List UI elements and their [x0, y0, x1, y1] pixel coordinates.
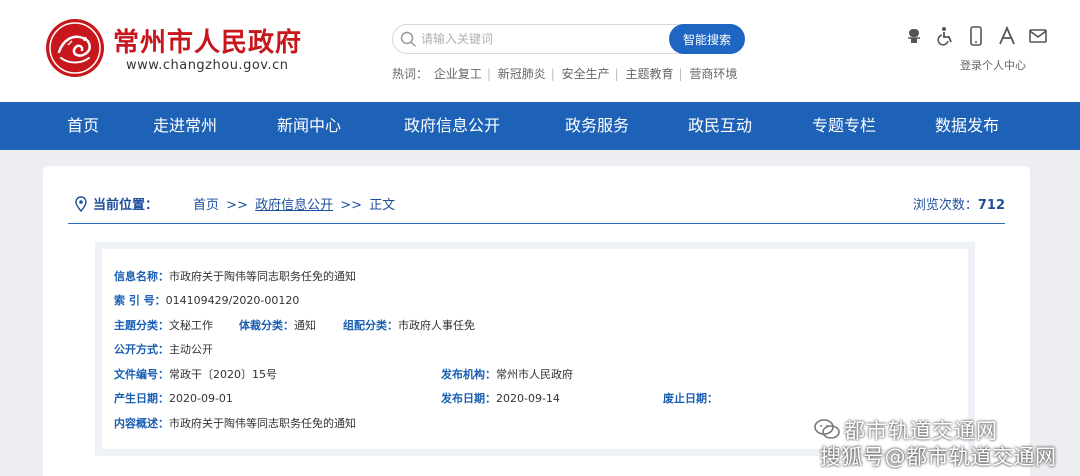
- tool-icons: [904, 26, 1054, 46]
- location-pin-icon: [75, 196, 87, 212]
- breadcrumb-current: 正文: [369, 198, 396, 213]
- hot-word-link[interactable]: 安全生产: [562, 67, 610, 81]
- smart-search-button[interactable]: 智能搜索: [669, 24, 745, 54]
- info-value: 2020-09-14: [496, 392, 560, 405]
- info-row-doc-number: 文件编号：常政干〔2020〕15号 发布机构：常州市人民政府: [114, 367, 814, 383]
- breadcrumb: 首页 >> 政府信息公开 >> 正文: [193, 194, 395, 213]
- info-key: 信息名称：: [114, 270, 169, 283]
- search-icon: [400, 31, 416, 47]
- nav-item-about-changzhou[interactable]: 走进常州: [153, 102, 217, 150]
- accessibility-elder-icon[interactable]: [904, 26, 924, 46]
- info-row-name: 信息名称：市政府关于陶伟等同志职务任免的通知: [114, 269, 356, 285]
- search-input[interactable]: [421, 29, 661, 49]
- info-key: 内容概述：: [114, 417, 169, 430]
- login-personal-center-link[interactable]: 登录个人中心: [960, 57, 1026, 73]
- info-value: 通知: [294, 319, 316, 332]
- breadcrumb-separator: >>: [226, 198, 248, 213]
- info-row-index: 索 引 号：014109429/2020-00120: [114, 293, 299, 309]
- breadcrumb-home[interactable]: 首页: [193, 198, 219, 213]
- nav-item-home[interactable]: 首页: [67, 102, 99, 150]
- info-value: 常政干〔2020〕15号: [169, 368, 277, 381]
- info-row-classification: 主题分类：文秘工作 体裁分类：通知 组配分类：市政府人事任免: [114, 318, 714, 334]
- nav-item-services[interactable]: 政务服务: [565, 102, 629, 150]
- info-value: 常州市人民政府: [496, 368, 573, 381]
- main-nav: 首页 走进常州 新闻中心 政府信息公开 政务服务 政民互动 专题专栏 数据发布: [0, 102, 1080, 150]
- mail-icon[interactable]: [1028, 26, 1048, 46]
- nav-item-interaction[interactable]: 政民互动: [688, 102, 752, 150]
- info-value: 文秘工作: [169, 319, 213, 332]
- hot-word-link[interactable]: 企业复工: [434, 67, 482, 81]
- mobile-icon[interactable]: [966, 26, 986, 46]
- info-value: 市政府关于陶伟等同志职务任免的通知: [169, 270, 356, 283]
- info-key: 产生日期：: [114, 392, 169, 405]
- view-count-label: 浏览次数：: [912, 198, 978, 213]
- nav-item-news[interactable]: 新闻中心: [277, 102, 341, 150]
- info-key: 体裁分类：: [239, 319, 294, 332]
- site-url[interactable]: www.changzhou.gov.cn: [126, 58, 288, 73]
- hot-words-label: 热词：: [392, 67, 429, 81]
- info-key: 废止日期：: [663, 392, 718, 405]
- watermark-line-2: 搜狐号@都市轨道交通网: [820, 445, 1057, 469]
- city-seal-logo-icon[interactable]: [45, 18, 105, 78]
- site-header: 常州市人民政府 www.changzhou.gov.cn 智能搜索 热词： 企业…: [0, 0, 1080, 102]
- search-box: 智能搜索: [392, 24, 745, 54]
- info-value: 市政府人事任免: [398, 319, 475, 332]
- location-bar: 当前位置： 首页 >> 政府信息公开 >> 正文 浏览次数：712: [75, 194, 1005, 214]
- info-key: 公开方式：: [114, 343, 169, 356]
- info-key: 文件编号：: [114, 368, 169, 381]
- site-name[interactable]: 常州市人民政府: [113, 22, 302, 59]
- font-size-icon[interactable]: [997, 26, 1017, 46]
- wheelchair-icon[interactable]: [935, 26, 955, 46]
- location-divider: [68, 223, 1005, 224]
- breadcrumb-gov-info[interactable]: 政府信息公开: [255, 198, 333, 213]
- view-count: 浏览次数：712: [913, 194, 1005, 213]
- info-row-summary: 内容概述：市政府关于陶伟等同志职务任免的通知: [114, 416, 356, 432]
- info-row-open-method: 公开方式：主动公开: [114, 342, 213, 358]
- location-label: 当前位置：: [93, 198, 159, 213]
- info-value: 市政府关于陶伟等同志职务任免的通知: [169, 417, 356, 430]
- hot-word-divider: |: [678, 67, 683, 81]
- info-key: 发布机构：: [441, 368, 496, 381]
- info-key: 主题分类：: [114, 319, 169, 332]
- breadcrumb-separator: >>: [340, 198, 363, 213]
- info-value: 2020-09-01: [169, 392, 233, 405]
- info-key: 索 引 号：: [114, 294, 166, 307]
- hot-word-divider: |: [550, 67, 555, 81]
- nav-item-topics[interactable]: 专题专栏: [812, 102, 876, 150]
- hot-word-link[interactable]: 新冠肺炎: [498, 67, 546, 81]
- hot-words: 热词： 企业复工 | 新冠肺炎 | 安全生产 | 主题教育 | 营商环境: [392, 65, 739, 82]
- info-value: 主动公开: [169, 343, 213, 356]
- hot-word-link[interactable]: 营商环境: [689, 67, 737, 81]
- info-key: 发布日期：: [441, 392, 496, 405]
- info-value: 014109429/2020-00120: [165, 294, 300, 307]
- info-key: 组配分类：: [343, 319, 398, 332]
- view-count-value: 712: [977, 198, 1005, 213]
- hot-word-divider: |: [614, 67, 619, 81]
- hot-word-link[interactable]: 主题教育: [626, 67, 674, 81]
- info-row-dates: 产生日期：2020-09-01 发布日期：2020-09-14 废止日期：: [114, 391, 814, 407]
- nav-item-gov-info[interactable]: 政府信息公开: [404, 102, 500, 150]
- nav-item-data[interactable]: 数据发布: [935, 102, 999, 150]
- hot-word-divider: |: [486, 67, 491, 81]
